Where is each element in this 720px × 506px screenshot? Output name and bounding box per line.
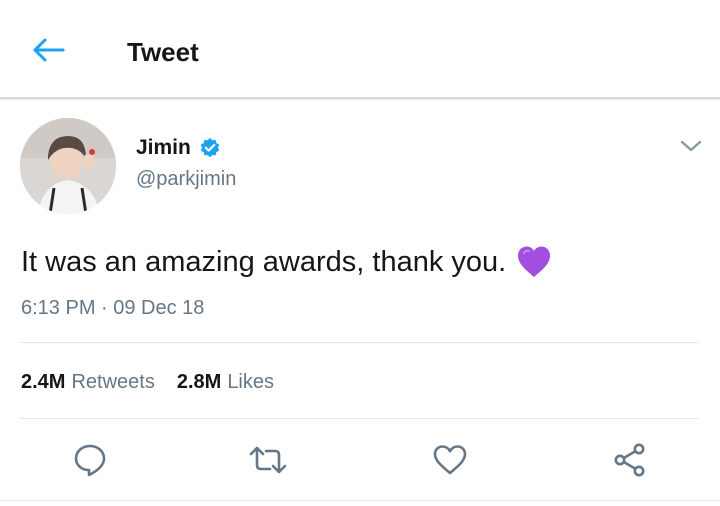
tweet-text: It was an amazing awards, thank you. bbox=[21, 246, 507, 278]
reply-icon bbox=[74, 444, 106, 477]
heart-outline-icon bbox=[433, 445, 467, 475]
likes-count[interactable]: 2.8M bbox=[177, 369, 221, 395]
avatar[interactable] bbox=[20, 118, 116, 214]
tweet-body: It was an amazing awards, thank you. bbox=[21, 243, 552, 281]
reply-button[interactable] bbox=[66, 436, 114, 484]
tweet-menu-button[interactable] bbox=[676, 132, 706, 160]
arrow-left-icon bbox=[33, 38, 65, 62]
page-title: Tweet bbox=[127, 37, 199, 67]
author-name-row[interactable]: Jimin bbox=[136, 134, 221, 162]
like-button[interactable] bbox=[426, 436, 474, 484]
back-button[interactable] bbox=[28, 30, 68, 70]
tweet-stats: 2.4M Retweets 2.8M Likes bbox=[21, 369, 274, 395]
top-bar: Tweet bbox=[0, 0, 720, 99]
tweet-timestamp[interactable]: 6:13 PM · 09 Dec 18 bbox=[21, 295, 204, 321]
retweets-count[interactable]: 2.4M bbox=[21, 369, 65, 395]
share-icon bbox=[614, 443, 645, 477]
retweet-icon bbox=[249, 446, 287, 474]
purple-heart-emoji-icon bbox=[516, 245, 552, 279]
likes-label[interactable]: Likes bbox=[227, 369, 274, 395]
author-handle[interactable]: @parkjimin bbox=[136, 166, 236, 192]
share-button[interactable] bbox=[606, 436, 654, 484]
verified-badge-icon bbox=[199, 137, 221, 159]
divider bbox=[20, 418, 698, 419]
divider bbox=[0, 500, 720, 501]
chevron-down-icon bbox=[680, 140, 702, 152]
retweet-button[interactable] bbox=[244, 436, 292, 484]
retweets-label[interactable]: Retweets bbox=[71, 369, 154, 395]
divider bbox=[20, 342, 698, 343]
author-display-name[interactable]: Jimin bbox=[136, 134, 191, 162]
avatar-image bbox=[20, 118, 116, 214]
